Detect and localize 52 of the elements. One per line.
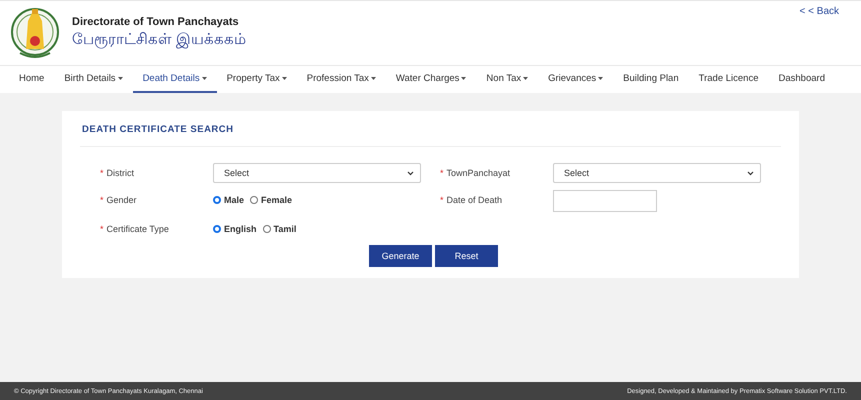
reset-button[interactable]: Reset	[435, 245, 498, 267]
form-title: DEATH CERTIFICATE SEARCH	[80, 111, 781, 147]
date-field[interactable]	[553, 190, 657, 212]
radio-option[interactable]: Tamil	[262, 224, 296, 234]
required-mark: *	[100, 168, 104, 178]
caret-icon	[118, 77, 123, 80]
caret-icon	[370, 77, 376, 80]
required-mark: *	[440, 168, 444, 178]
nav-item[interactable]: Building Plan	[613, 66, 689, 93]
caret-icon	[461, 77, 466, 80]
caret-icon	[282, 77, 287, 80]
radio-label: Tamil	[274, 224, 296, 234]
nav-item[interactable]: Dashboard	[768, 66, 835, 93]
field-label: District	[106, 167, 134, 178]
radio-button[interactable]	[213, 196, 221, 204]
site-subtitle: பேரூராட்சிகள் இயக்ககம்	[72, 31, 246, 50]
required-mark: *	[100, 195, 104, 205]
nav-item[interactable]: Death Details	[132, 66, 217, 93]
radio-button[interactable]	[250, 196, 258, 204]
nav-item[interactable]: Birth Details	[54, 66, 133, 93]
caret-icon	[202, 77, 207, 80]
radio-button[interactable]	[213, 225, 221, 233]
generate-button[interactable]: Generate	[369, 245, 432, 267]
field-label: TownPanchayat	[446, 167, 510, 178]
emblem-drawing	[10, 5, 60, 61]
radio-label: English	[224, 224, 257, 234]
nav-item[interactable]: Trade Licence	[688, 66, 768, 93]
caret-icon	[523, 77, 528, 80]
radio-option[interactable]: Female	[250, 195, 292, 205]
field-label: Certificate Type	[106, 223, 169, 234]
nav-item[interactable]: Property Tax	[216, 66, 297, 93]
radio-label: Male	[224, 195, 244, 205]
field-label: Gender	[106, 194, 137, 205]
nav-item[interactable]: Profession Tax	[296, 66, 386, 93]
required-mark: *	[100, 224, 104, 234]
chevron-icon	[747, 170, 754, 176]
nav-item[interactable]: Grievances	[538, 66, 614, 93]
select-field[interactable]: Select	[553, 163, 761, 183]
radio-option[interactable]: Male	[213, 195, 244, 205]
radio-option[interactable]: English	[213, 224, 257, 234]
chevron-icon	[407, 170, 414, 176]
back-link[interactable]: < < Back	[800, 6, 839, 17]
nav-item[interactable]: Water Charges	[386, 66, 476, 93]
select-field[interactable]: Select	[213, 163, 421, 183]
radio-button[interactable]	[262, 225, 271, 233]
site-title: Directorate of Town Panchayats	[72, 16, 240, 28]
required-mark: *	[440, 195, 444, 205]
caret-icon	[598, 77, 604, 80]
field-label: Date of Death	[446, 194, 502, 205]
radio-label: Female	[261, 195, 292, 205]
nav-item[interactable]: Non Tax	[476, 66, 538, 93]
nav-item[interactable]: Home	[9, 66, 54, 93]
